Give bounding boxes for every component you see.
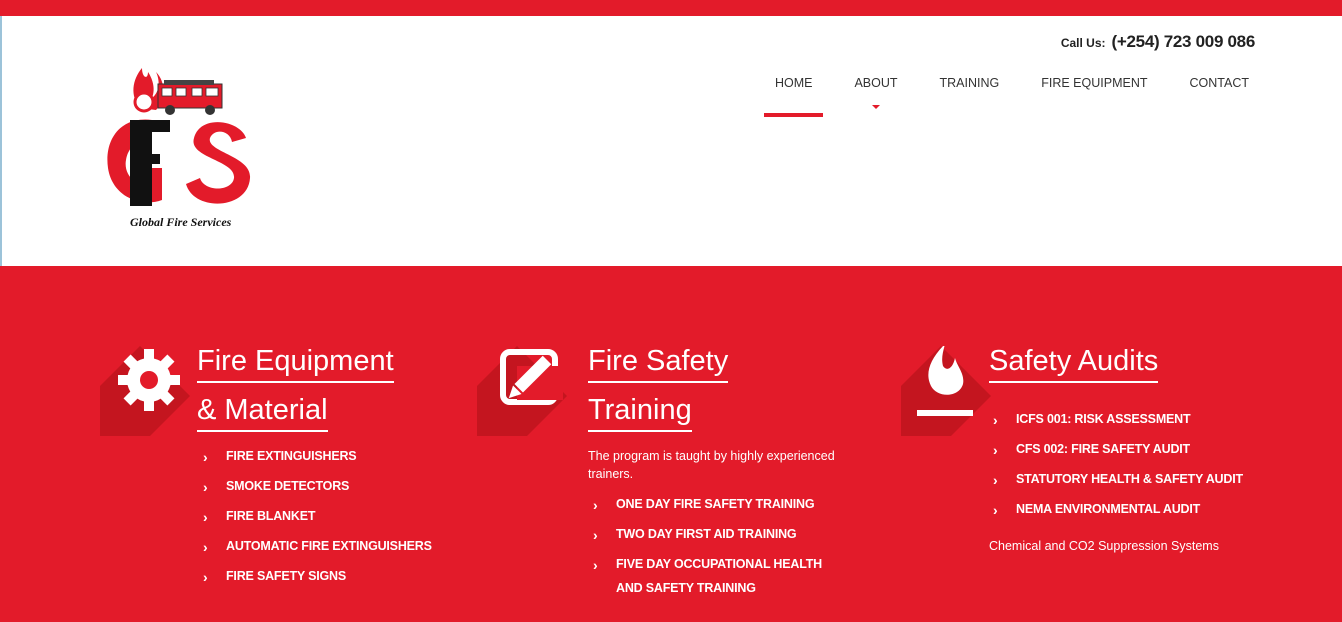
fire-truck-logo-icon	[157, 80, 223, 115]
nav-home[interactable]: HOME	[754, 76, 834, 117]
list-item[interactable]: › FIVE DAY OCCUPATIONAL HEALTH AND SAFETY…	[593, 552, 843, 600]
audits-footer-text: Chemical and CO2 Suppression Systems	[989, 539, 1219, 553]
top-accent-bar	[0, 0, 1342, 16]
audits-list: › ICFS 001: RISK ASSESSMENT › CFS 002: FIR…	[993, 407, 1253, 527]
caret-down-icon	[871, 105, 880, 109]
list-item[interactable]: › FIRE BLANKET	[203, 504, 463, 528]
chevron-right-icon: ›	[993, 412, 998, 428]
nav-training[interactable]: TRAINING	[919, 76, 1021, 117]
training-title-line1: Fire Safety	[588, 342, 729, 383]
audits-title: Safety Audits	[989, 342, 1159, 383]
gear-icon	[100, 346, 190, 436]
list-item[interactable]: › FIRE EXTINGUISHERS	[203, 444, 463, 468]
list-item[interactable]: › ONE DAY FIRE SAFETY TRAINING	[593, 492, 843, 516]
chevron-right-icon: ›	[203, 449, 208, 465]
site-logo[interactable]: Global Fire Services	[100, 50, 260, 230]
chevron-right-icon: ›	[593, 527, 598, 543]
chevron-right-icon: ›	[993, 472, 998, 488]
chevron-right-icon: ›	[993, 442, 998, 458]
training-title-line2: Training	[588, 391, 692, 432]
left-edge-line	[0, 16, 2, 266]
list-item[interactable]: › FIRE SAFETY SIGNS	[203, 564, 463, 588]
flame-icon	[901, 346, 991, 436]
chevron-right-icon: ›	[203, 479, 208, 495]
call-us: Call Us: (+254) 723 009 086	[1061, 32, 1255, 52]
nav-contact[interactable]: CONTACT	[1169, 76, 1271, 117]
chevron-right-icon: ›	[203, 539, 208, 555]
list-item[interactable]: › ICFS 001: RISK ASSESSMENT	[993, 407, 1253, 431]
list-item[interactable]: › CFS 002: FIRE SAFETY AUDIT	[993, 437, 1253, 461]
list-item[interactable]: › AUTOMATIC FIRE EXTINGUISHERS	[203, 534, 463, 558]
services-section: Fire Equipment & Material › FIRE EXTINGUI…	[0, 266, 1342, 622]
equipment-title-line1: Fire Equipment	[197, 342, 394, 383]
training-description: The program is taught by highly experien…	[588, 449, 835, 481]
chevron-right-icon: ›	[593, 497, 598, 513]
chevron-right-icon: ›	[203, 509, 208, 525]
logo-letter-s	[186, 122, 251, 204]
chevron-right-icon: ›	[993, 502, 998, 518]
nav-fire-equipment[interactable]: FIRE EQUIPMENT	[1020, 76, 1168, 117]
edit-icon	[477, 346, 567, 436]
training-list: › ONE DAY FIRE SAFETY TRAINING › TWO DAY F…	[593, 492, 843, 606]
call-label: Call Us:	[1060, 36, 1106, 50]
list-item[interactable]: › NEMA ENVIRONMENTAL AUDIT	[993, 497, 1253, 521]
logo-tagline: Global Fire Services	[130, 215, 232, 229]
chevron-right-icon: ›	[593, 557, 598, 573]
list-item[interactable]: › TWO DAY FIRST AID TRAINING	[593, 522, 843, 546]
nav-about[interactable]: ABOUT	[833, 76, 918, 117]
list-item[interactable]: › SMOKE DETECTORS	[203, 474, 463, 498]
chevron-right-icon: ›	[203, 569, 208, 585]
list-item[interactable]: › STATUTORY HEALTH & SAFETY AUDIT	[993, 467, 1253, 491]
equipment-list: › FIRE EXTINGUISHERS › SMOKE DETECTORS › FI…	[203, 444, 463, 594]
site-header: Global Fire Services Call Us: (+254) 723…	[0, 16, 1342, 266]
equipment-title-line2: & Material	[197, 391, 328, 432]
call-number[interactable]: (+254) 723 009 086	[1112, 32, 1256, 52]
main-nav: HOME ABOUT TRAINING FIRE EQUIPMENT CONTA…	[754, 76, 1270, 117]
